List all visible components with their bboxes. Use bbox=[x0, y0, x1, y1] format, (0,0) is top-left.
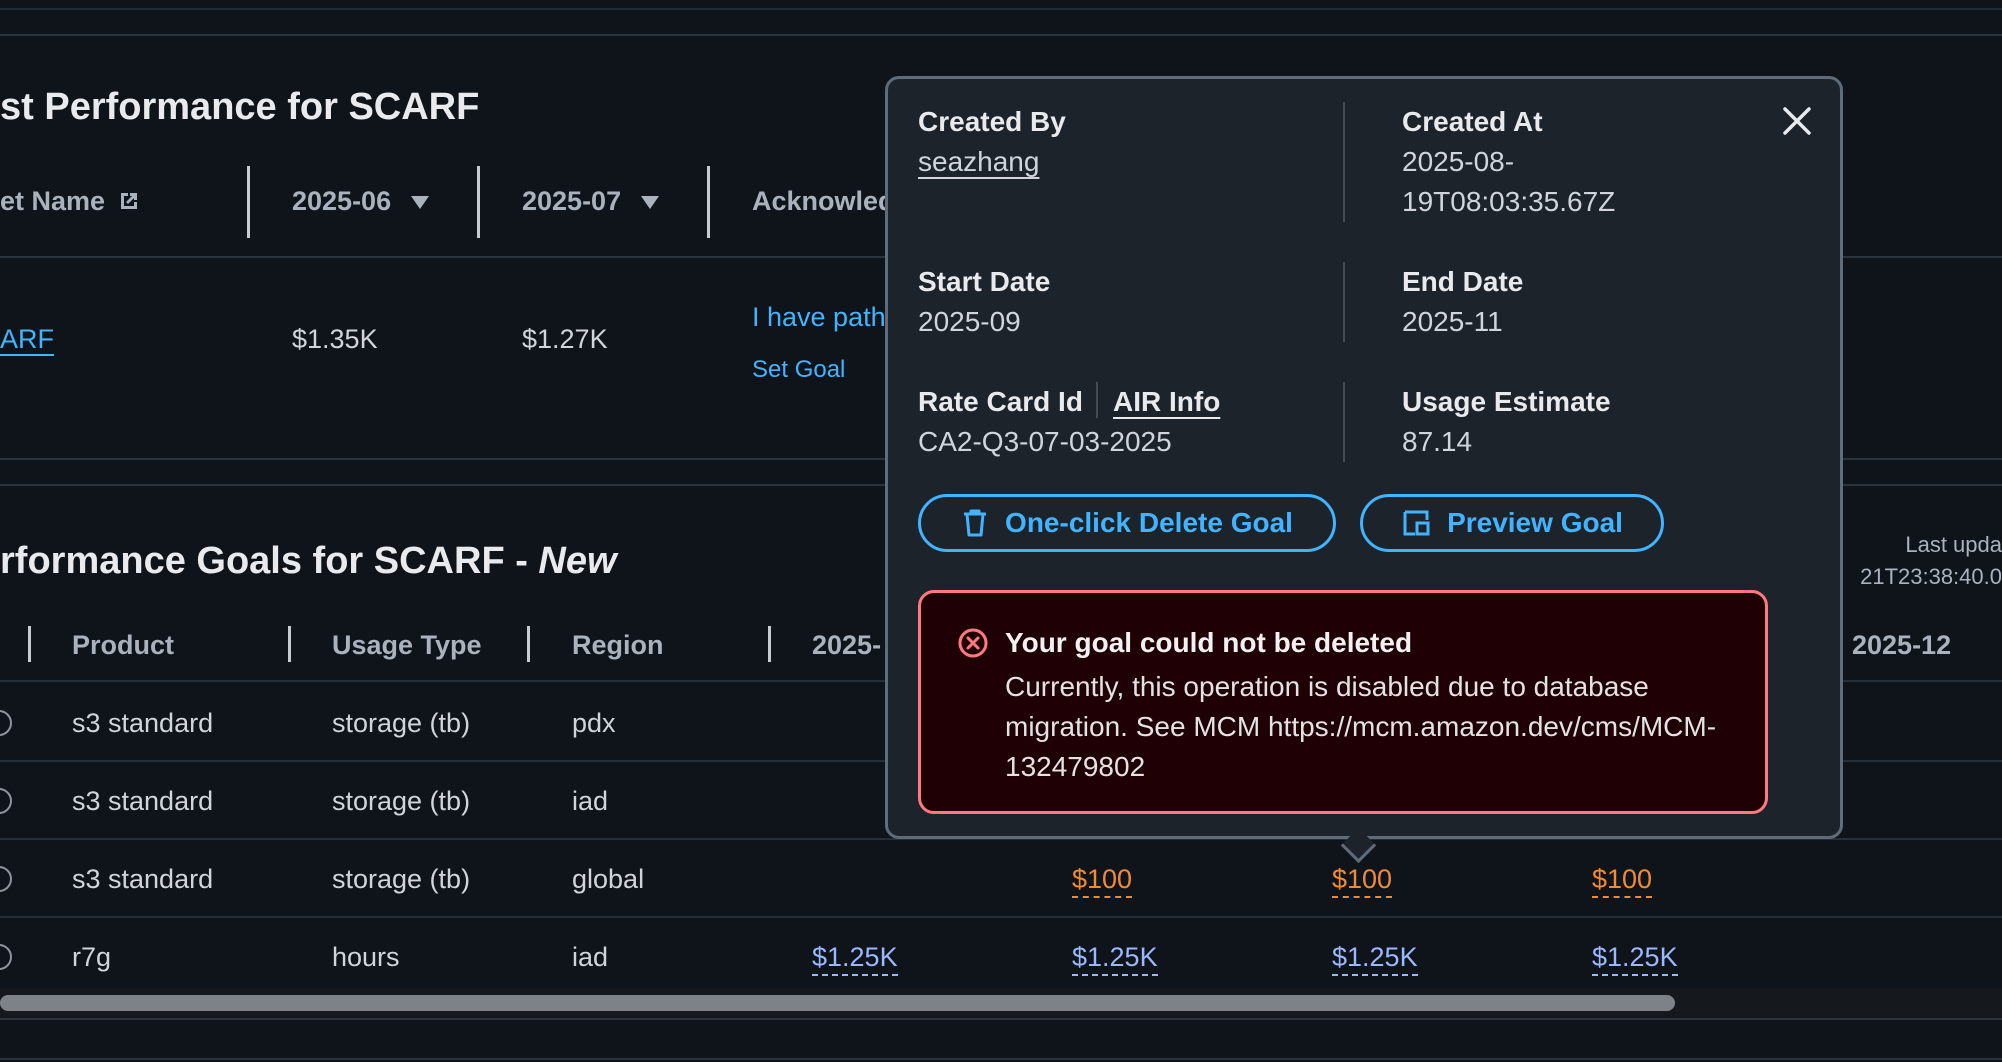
table-row: ARF bbox=[0, 324, 54, 355]
created-by-label: Created By bbox=[918, 106, 1066, 137]
one-click-delete-goal-button[interactable]: One-click Delete Goal bbox=[918, 494, 1336, 552]
goal-value-link[interactable]: $100 bbox=[1072, 864, 1133, 898]
target-name-link[interactable]: ARF bbox=[0, 324, 54, 354]
preview-button-label: Preview Goal bbox=[1447, 507, 1623, 538]
cell-region: iad bbox=[572, 786, 609, 816]
cell-usage-type: hours bbox=[332, 942, 400, 972]
start-date-label: Start Date bbox=[918, 266, 1051, 297]
column-divider[interactable] bbox=[28, 626, 31, 662]
column-header-2025-07[interactable]: 2025-07 bbox=[522, 186, 660, 217]
alert-message: Currently, this operation is disabled du… bbox=[1005, 671, 1717, 782]
column-header-2025-12: 2025-12 bbox=[1852, 630, 1952, 660]
last-updated-label: Last upda bbox=[1905, 532, 2002, 557]
column-header-usage-type: Usage Type bbox=[332, 630, 482, 660]
start-date-value: 2025-09 bbox=[918, 306, 1021, 337]
cell-2025-07: $1.27K bbox=[522, 324, 608, 354]
row-radio[interactable] bbox=[0, 866, 12, 892]
last-updated-value: 21T23:38:40.0 bbox=[1860, 564, 2002, 589]
cell-usage-type: storage (tb) bbox=[332, 708, 471, 738]
air-info-link[interactable]: AIR Info bbox=[1113, 386, 1220, 418]
preview-goal-button[interactable]: Preview Goal bbox=[1360, 494, 1664, 552]
column-divider[interactable] bbox=[707, 166, 710, 238]
goal-value[interactable]: $1.25K bbox=[1592, 942, 1678, 976]
cell-product: s3 standard bbox=[72, 864, 214, 894]
error-icon bbox=[958, 628, 988, 658]
cell-product: s3 standard bbox=[72, 786, 214, 816]
close-icon[interactable] bbox=[1780, 104, 1814, 138]
column-header-2025-06-label: 2025-06 bbox=[292, 186, 392, 216]
goal-value-link[interactable]: $1.25K bbox=[1072, 942, 1158, 976]
popover-divider bbox=[1343, 102, 1345, 222]
column-divider[interactable] bbox=[288, 626, 291, 662]
created-by-link[interactable]: seazhang bbox=[918, 146, 1039, 178]
usage-estimate-label: Usage Estimate bbox=[1402, 386, 1611, 417]
cell-usage-type: storage (tb) bbox=[332, 864, 471, 894]
popover-divider bbox=[1343, 382, 1345, 462]
cell-product: r7g bbox=[72, 942, 112, 972]
column-header-name[interactable]: et Name bbox=[0, 186, 141, 217]
sort-down-icon[interactable] bbox=[411, 196, 430, 210]
new-label: New bbox=[538, 540, 617, 582]
column-divider[interactable] bbox=[527, 626, 530, 662]
column-header-region: Region bbox=[572, 630, 664, 660]
column-header-2025-07-label: 2025-07 bbox=[522, 186, 622, 216]
section-title-goals-text: rformance Goals for SCARF - bbox=[0, 540, 539, 582]
cell-region: pdx bbox=[572, 708, 616, 738]
alert-title: Your goal could not be deleted bbox=[1005, 627, 1413, 658]
section-title-performance: st Performance for SCARF bbox=[0, 86, 480, 128]
section-title-goals: rformance Goals for SCARF - New bbox=[0, 540, 617, 583]
created-at-value-line2: 19T08:03:35.67Z bbox=[1402, 186, 1616, 217]
goal-value-link[interactable]: $100 bbox=[1592, 864, 1653, 898]
horizontal-scrollbar-thumb[interactable] bbox=[0, 995, 1675, 1011]
external-link-icon[interactable] bbox=[117, 189, 141, 213]
sort-down-icon[interactable] bbox=[641, 196, 660, 210]
trash-icon bbox=[964, 509, 987, 537]
cell-region: global bbox=[572, 864, 645, 894]
label-divider bbox=[1096, 382, 1098, 418]
column-header-product: Product bbox=[72, 630, 175, 660]
goal-value[interactable]: $100 bbox=[1592, 864, 1653, 898]
goal-value-link[interactable]: $1.25K bbox=[812, 942, 898, 976]
column-divider[interactable] bbox=[477, 166, 480, 238]
goal-value[interactable]: $100 bbox=[1072, 864, 1133, 898]
created-at-label: Created At bbox=[1402, 106, 1543, 137]
row-radio[interactable] bbox=[0, 710, 12, 736]
column-header-month-1: 2025- bbox=[812, 630, 882, 660]
created-at-value-line1: 2025-08- bbox=[1402, 146, 1515, 177]
cell-product: s3 standard bbox=[72, 708, 214, 738]
column-header-name-label: et Name bbox=[0, 186, 106, 216]
column-header-2025-06[interactable]: 2025-06 bbox=[292, 186, 430, 217]
goal-value[interactable]: $1.25K bbox=[1332, 942, 1418, 976]
goal-value-link[interactable]: $1.25K bbox=[1332, 942, 1418, 976]
goal-value[interactable]: $1.25K bbox=[812, 942, 898, 976]
cell-2025-06: $1.35K bbox=[292, 324, 378, 354]
popover-divider bbox=[1343, 262, 1345, 342]
goal-value-link[interactable]: $100 bbox=[1332, 864, 1393, 898]
preview-icon bbox=[1403, 510, 1430, 536]
set-goal-link[interactable]: Set Goal bbox=[752, 356, 845, 384]
end-date-value: 2025-11 bbox=[1402, 306, 1503, 337]
rate-card-id-label: Rate Card Id bbox=[918, 386, 1083, 417]
acknowledge-link[interactable]: I have path bbox=[752, 302, 886, 333]
row-radio[interactable] bbox=[0, 944, 12, 970]
cell-region: iad bbox=[572, 942, 609, 972]
cell-usage-type: storage (tb) bbox=[332, 786, 471, 816]
goal-value[interactable]: $1.25K bbox=[1072, 942, 1158, 976]
row-radio[interactable] bbox=[0, 788, 12, 814]
goal-value[interactable]: $100 bbox=[1332, 864, 1393, 898]
error-alert: Your goal could not be deleted Currently… bbox=[918, 590, 1768, 814]
end-date-label: End Date bbox=[1402, 266, 1524, 297]
rate-card-id-value: CA2-Q3-07-03-2025 bbox=[918, 426, 1172, 457]
usage-estimate-value: 87.14 bbox=[1402, 426, 1473, 457]
column-divider[interactable] bbox=[768, 626, 771, 662]
delete-button-label: One-click Delete Goal bbox=[1005, 507, 1293, 538]
column-divider[interactable] bbox=[247, 166, 250, 238]
column-header-acknowledge: Acknowled bbox=[752, 186, 895, 216]
goal-value-link[interactable]: $1.25K bbox=[1592, 942, 1678, 976]
